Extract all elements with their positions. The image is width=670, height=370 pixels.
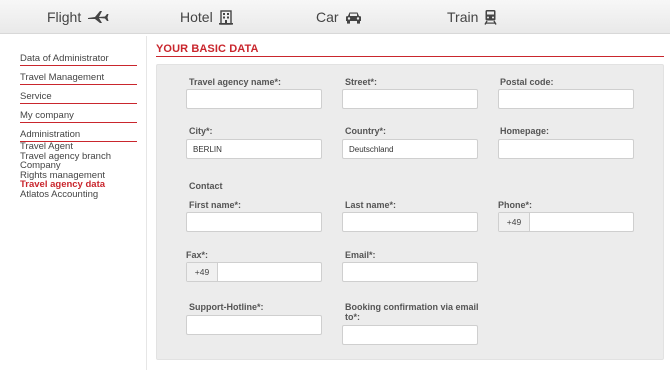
first-name-input[interactable] xyxy=(186,212,322,232)
sidebar-section-label: My company xyxy=(20,110,74,121)
airplane-icon xyxy=(87,10,109,24)
train-icon xyxy=(484,9,497,25)
hotel-building-icon xyxy=(218,9,233,25)
email-input[interactable] xyxy=(342,262,478,282)
top-navigation: Flight Hotel Car Train xyxy=(0,0,670,34)
support-hotline-label: Support-Hotline*: xyxy=(189,302,264,312)
first-name-label: First name*: xyxy=(189,200,242,210)
nav-train-label: Train xyxy=(447,9,479,25)
street-label: Street*: xyxy=(345,77,378,87)
sidebar-section-travel-management[interactable]: Travel Management xyxy=(20,70,137,85)
sidebar-section-label: Data of Administrator xyxy=(20,53,109,64)
fax-country-prefix: +49 xyxy=(187,263,218,281)
sidebar-section-administrator[interactable]: Data of Administrator xyxy=(20,51,137,66)
fax-input[interactable] xyxy=(218,263,321,281)
fax-field[interactable]: +49 xyxy=(186,262,322,282)
homepage-input[interactable] xyxy=(498,139,634,159)
sidebar-section-administration[interactable]: Administration xyxy=(20,127,137,142)
sidebar: Data of Administrator Travel Management … xyxy=(20,51,137,199)
phone-input[interactable] xyxy=(530,213,633,231)
basic-data-form: Travel agency name*: Street*: Postal cod… xyxy=(156,64,664,360)
nav-flight-label: Flight xyxy=(47,9,82,25)
page-title: YOUR BASIC DATA xyxy=(156,43,259,55)
booking-confirmation-email-input[interactable] xyxy=(342,325,478,345)
phone-field[interactable]: +49 xyxy=(498,212,634,232)
title-underline xyxy=(156,56,664,57)
nav-train[interactable]: Train xyxy=(447,0,497,34)
support-hotline-input[interactable] xyxy=(186,315,322,335)
agency-name-input[interactable] xyxy=(186,89,322,109)
sidebar-administration-items: Travel Agent Travel agency branch Compan… xyxy=(20,142,137,199)
country-label: Country*: xyxy=(345,126,386,136)
city-label: City*: xyxy=(189,126,213,136)
sidebar-section-my-company[interactable]: My company xyxy=(20,108,137,123)
postal-code-input[interactable] xyxy=(498,89,634,109)
contact-heading: Contact xyxy=(189,181,223,191)
nav-car-label: Car xyxy=(316,9,339,25)
sidebar-section-label: Travel Management xyxy=(20,72,105,83)
sidebar-section-service[interactable]: Service xyxy=(20,89,137,104)
phone-country-prefix: +49 xyxy=(499,213,530,231)
last-name-label: Last name*: xyxy=(345,200,397,210)
city-input[interactable] xyxy=(186,139,322,159)
sidebar-section-label: Service xyxy=(20,91,52,102)
sidebar-section-label: Administration xyxy=(20,129,81,140)
agency-name-label: Travel agency name*: xyxy=(189,77,282,87)
sidebar-divider xyxy=(146,36,147,370)
booking-confirmation-label: Booking confirmation via email to*: xyxy=(345,302,479,322)
nav-car[interactable]: Car xyxy=(316,0,362,34)
car-icon xyxy=(345,11,362,24)
sidebar-item-atlatos-accounting[interactable]: Atlatos Accounting xyxy=(20,189,137,200)
phone-label: Phone*: xyxy=(498,200,533,210)
postal-code-label: Postal code: xyxy=(500,77,554,87)
nav-flight[interactable]: Flight xyxy=(47,0,109,34)
nav-hotel[interactable]: Hotel xyxy=(180,0,233,34)
country-input[interactable] xyxy=(342,139,478,159)
email-label: Email*: xyxy=(345,250,376,260)
fax-label: Fax*: xyxy=(186,250,209,260)
last-name-input[interactable] xyxy=(342,212,478,232)
homepage-label: Homepage: xyxy=(500,126,550,136)
nav-hotel-label: Hotel xyxy=(180,9,213,25)
street-input[interactable] xyxy=(342,89,478,109)
